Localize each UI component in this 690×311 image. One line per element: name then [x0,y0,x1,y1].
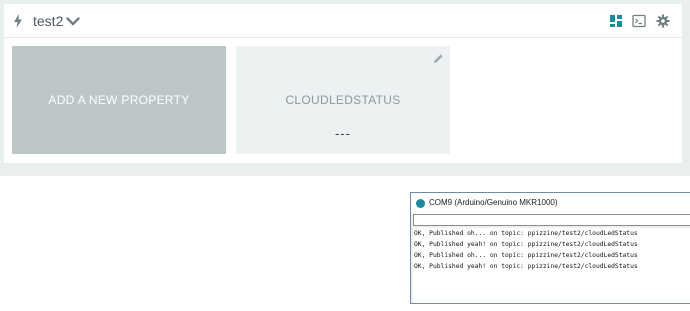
property-tile-cloudledstatus[interactable]: CLOUDLEDSTATUS --- [236,46,450,154]
thing-header: test2 [4,4,682,38]
serial-send-input[interactable] [413,214,690,226]
serial-output: OK, Published oh... on topic: ppizzine/t… [413,228,690,303]
pencil-icon[interactable] [433,53,444,64]
thing-panel: test2 ADD A NEW PROPERTY CLOUDLEDSTATUS … [4,4,682,163]
dashboard-background: test2 ADD A NEW PROPERTY CLOUDLEDSTATUS … [0,0,690,176]
property-name: CLOUDLEDSTATUS [285,93,401,107]
serial-monitor-title: COM9 (Arduino/Genuino MKR1000) [429,198,558,207]
arduino-logo-icon [416,199,425,208]
gear-icon[interactable] [656,14,670,28]
add-property-tile[interactable]: ADD A NEW PROPERTY [12,46,226,154]
dashboard-grid-icon[interactable] [609,14,623,28]
serial-line: OK, Published oh... on topic: ppizzine/t… [414,230,638,237]
lightning-bolt-icon [14,14,22,28]
serial-monitor-window: COM9 (Arduino/Genuino MKR1000) OK, Publi… [410,192,690,304]
serial-monitor-titlebar[interactable]: COM9 (Arduino/Genuino MKR1000) [411,193,690,214]
chevron-down-icon[interactable] [66,17,80,26]
thing-name: test2 [33,13,64,29]
terminal-icon[interactable] [632,14,646,28]
add-property-label: ADD A NEW PROPERTY [48,93,190,107]
serial-line: OK, Published yeah! on topic: ppizzine/t… [414,241,638,248]
property-value: --- [335,126,351,141]
serial-line: OK, Published oh... on topic: ppizzine/t… [414,252,638,259]
serial-line: OK, Published yeah! on topic: ppizzine/t… [414,263,638,270]
